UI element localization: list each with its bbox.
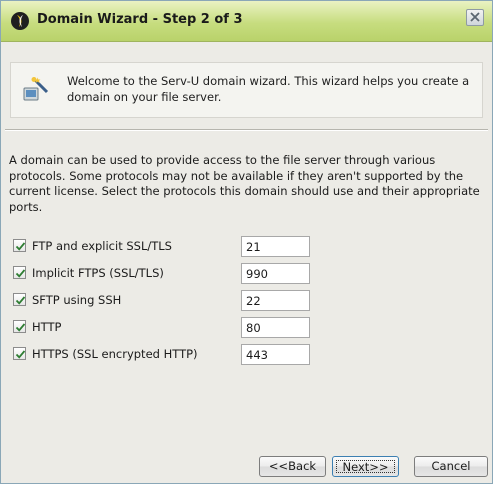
welcome-banner: Welcome to the Serv-U domain wizard. Thi… [10, 62, 483, 118]
title-bar[interactable]: Domain Wizard - Step 2 of 3 [1, 1, 492, 42]
checkmark-icon [15, 350, 26, 359]
checkmark-icon [15, 242, 26, 251]
https-label: HTTPS (SSL encrypted HTTP) [32, 347, 198, 361]
back-button[interactable]: <<Back [259, 456, 326, 477]
section-divider [5, 129, 488, 131]
checkmark-icon [15, 323, 26, 332]
http-port-field[interactable] [241, 317, 310, 338]
implicit-ftps-checkbox[interactable] [13, 266, 26, 279]
http-checkbox[interactable] [13, 320, 26, 333]
close-icon [470, 12, 480, 22]
serv-u-logo-icon [10, 11, 30, 31]
https-port-field[interactable] [241, 344, 310, 365]
wizard-icon [21, 76, 49, 104]
ftp-checkbox[interactable] [13, 239, 26, 252]
https-checkbox[interactable] [13, 347, 26, 360]
next-button[interactable]: Next>> [332, 456, 399, 477]
close-button[interactable] [466, 9, 484, 26]
ftp-label: FTP and explicit SSL/TLS [32, 239, 172, 253]
checkmark-icon [15, 296, 26, 305]
cancel-button[interactable]: Cancel [414, 456, 488, 477]
checkmark-icon [15, 269, 26, 278]
implicit-ftps-port-field[interactable] [241, 263, 310, 284]
welcome-text: Welcome to the Serv-U domain wizard. Thi… [67, 74, 470, 104]
sftp-label: SFTP using SSH [32, 293, 122, 307]
http-label: HTTP [32, 320, 62, 334]
next-button-label: Next>> [336, 460, 395, 474]
sftp-checkbox[interactable] [13, 293, 26, 306]
ftp-port-field[interactable] [241, 236, 310, 257]
protocol-description: A domain can be used to provide access t… [9, 153, 480, 214]
window-title: Domain Wizard - Step 2 of 3 [37, 12, 243, 27]
sftp-port-field[interactable] [241, 290, 310, 311]
implicit-ftps-label: Implicit FTPS (SSL/TLS) [32, 266, 164, 280]
wizard-window: Domain Wizard - Step 2 of 3 Welcome to t… [0, 0, 493, 484]
